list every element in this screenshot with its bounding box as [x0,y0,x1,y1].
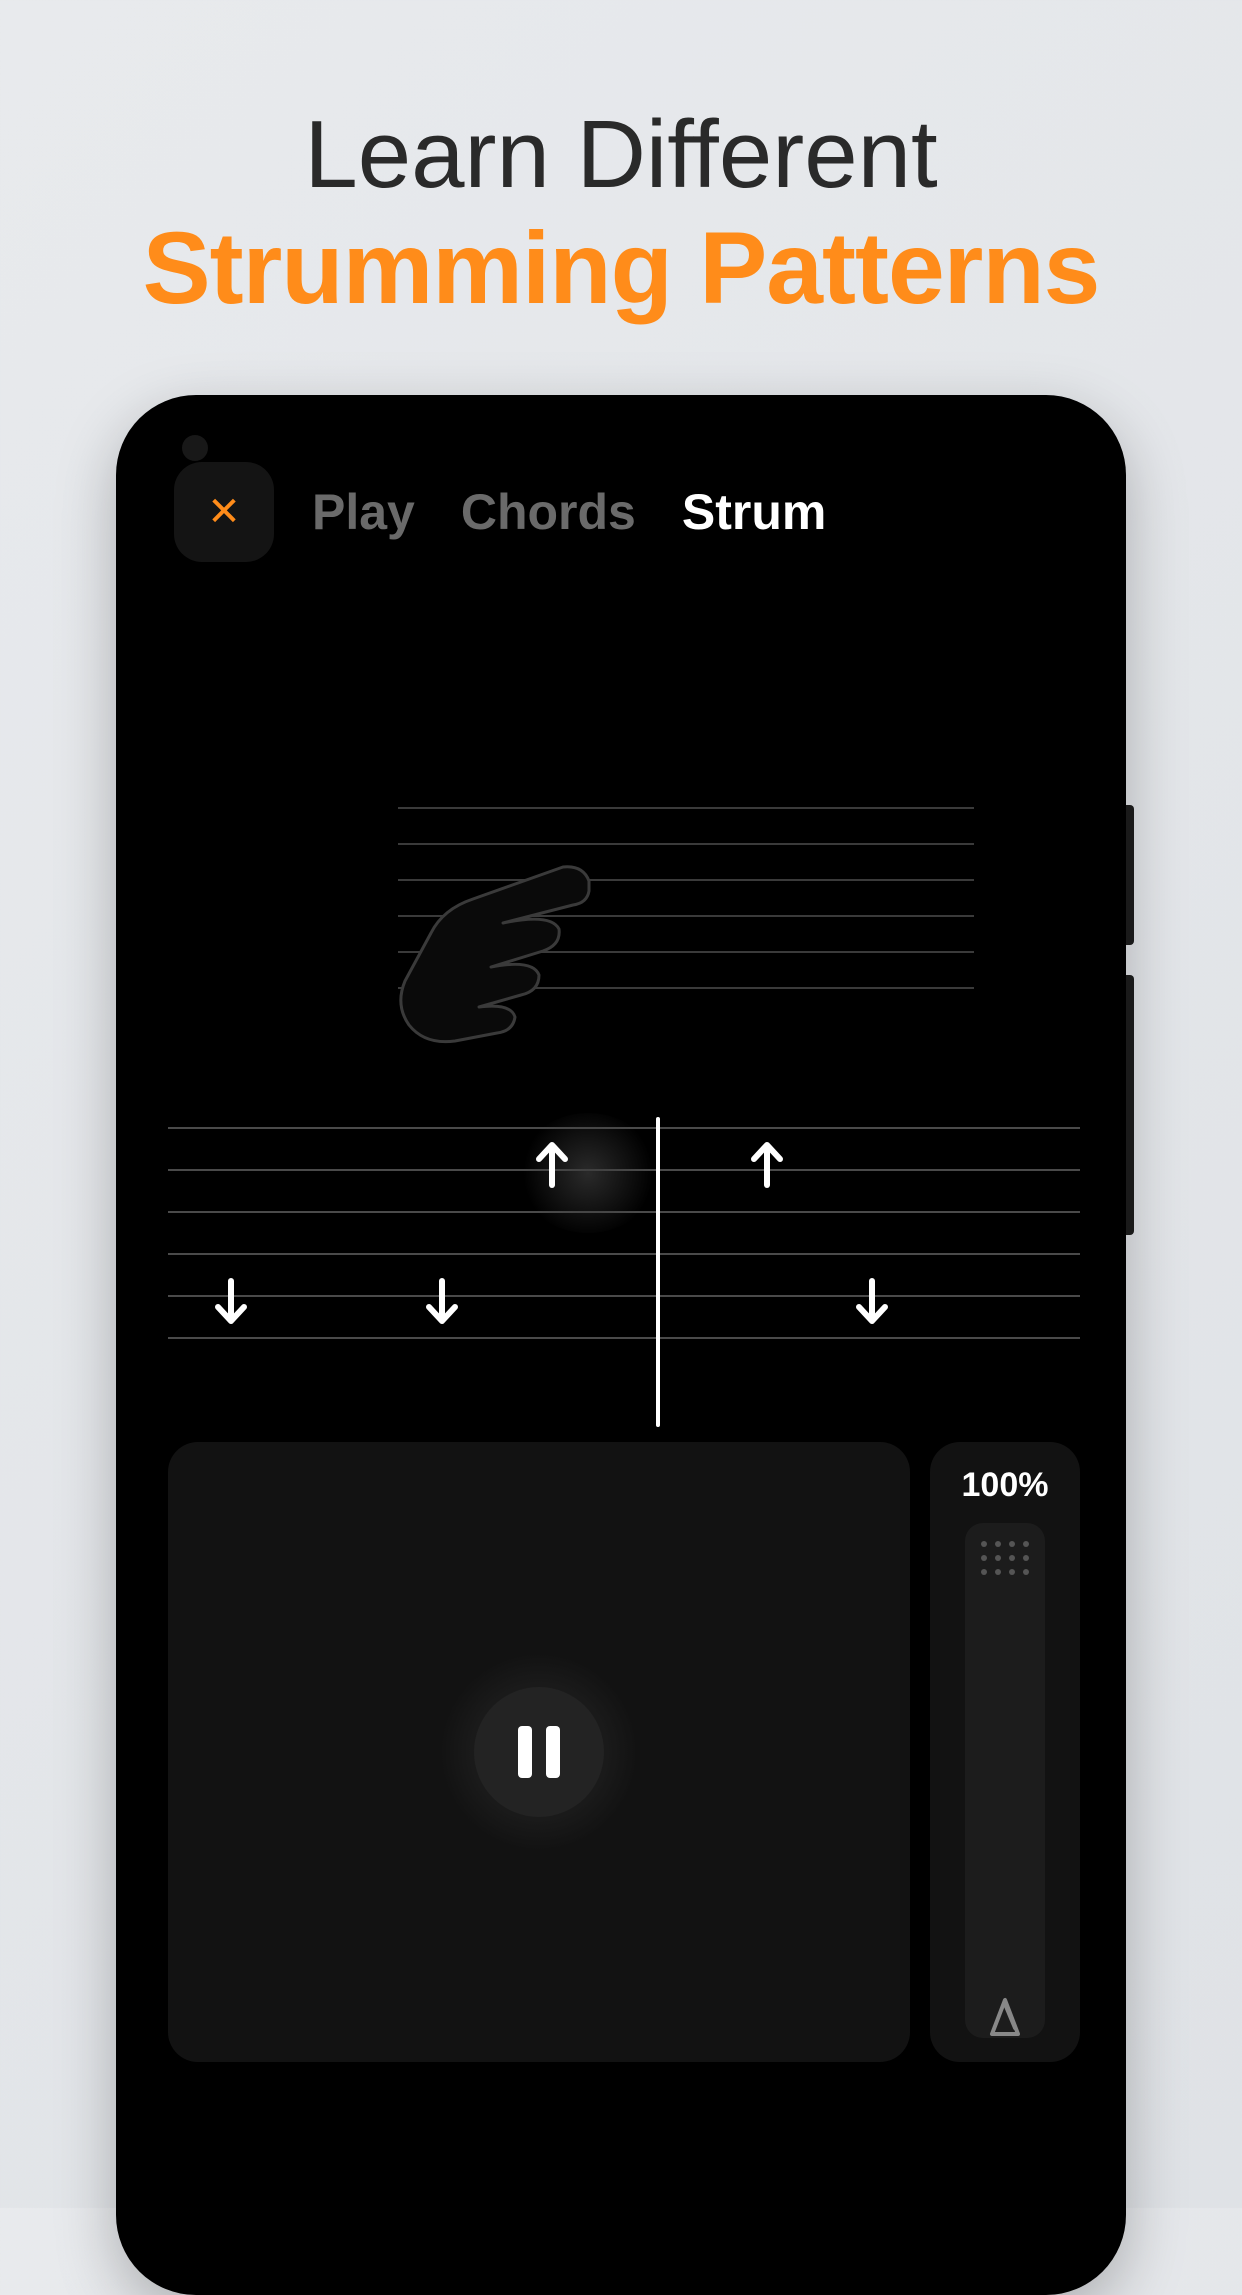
tab-play[interactable]: Play [312,483,415,541]
strum-up-icon [748,1139,786,1189]
strum-down-icon [423,1277,461,1327]
pause-icon [546,1726,560,1778]
playhead[interactable] [656,1117,660,1427]
close-icon: ✕ [207,492,241,532]
phone-volume-button [1126,805,1134,945]
pause-button[interactable] [474,1687,604,1817]
strum-pattern-track[interactable] [168,1127,1080,1387]
tab-string [168,1295,1080,1297]
mode-tabs: Play Chords Strum [312,483,826,541]
guitar-string [398,807,974,809]
pause-icon [518,1726,532,1778]
strum-down-icon [212,1277,250,1327]
tempo-slider[interactable] [965,1523,1045,2038]
guitar-strings-visual [138,807,1104,1087]
marketing-headline: Learn Different Strumming Patterns [0,0,1242,328]
headline-line1: Learn Different [0,100,1242,210]
hand-icon [383,837,643,1077]
strum-up-icon [533,1139,571,1189]
phone-power-button [1126,975,1134,1235]
tab-strum[interactable]: Strum [682,483,826,541]
tempo-panel: 100% [930,1442,1080,2062]
playback-panel [168,1442,910,2062]
controls-row: 100% [168,1442,1080,2062]
pause-glow [439,1652,639,1852]
tab-string [168,1253,1080,1255]
tab-string [168,1337,1080,1339]
tempo-percent-label: 100% [962,1466,1049,1505]
top-bar: ✕ Play Chords Strum [138,417,1104,567]
slider-grip-icon [981,1541,1029,1575]
strum-down-icon [853,1277,891,1327]
close-button[interactable]: ✕ [174,462,274,562]
phone-screen: ✕ Play Chords Strum [138,417,1104,2273]
metronome-icon[interactable] [982,1994,1028,2040]
phone-camera-notch [182,435,208,461]
headline-line2: Strumming Patterns [0,210,1242,327]
phone-mockup: ✕ Play Chords Strum [116,395,1126,2295]
tab-chords[interactable]: Chords [461,483,636,541]
